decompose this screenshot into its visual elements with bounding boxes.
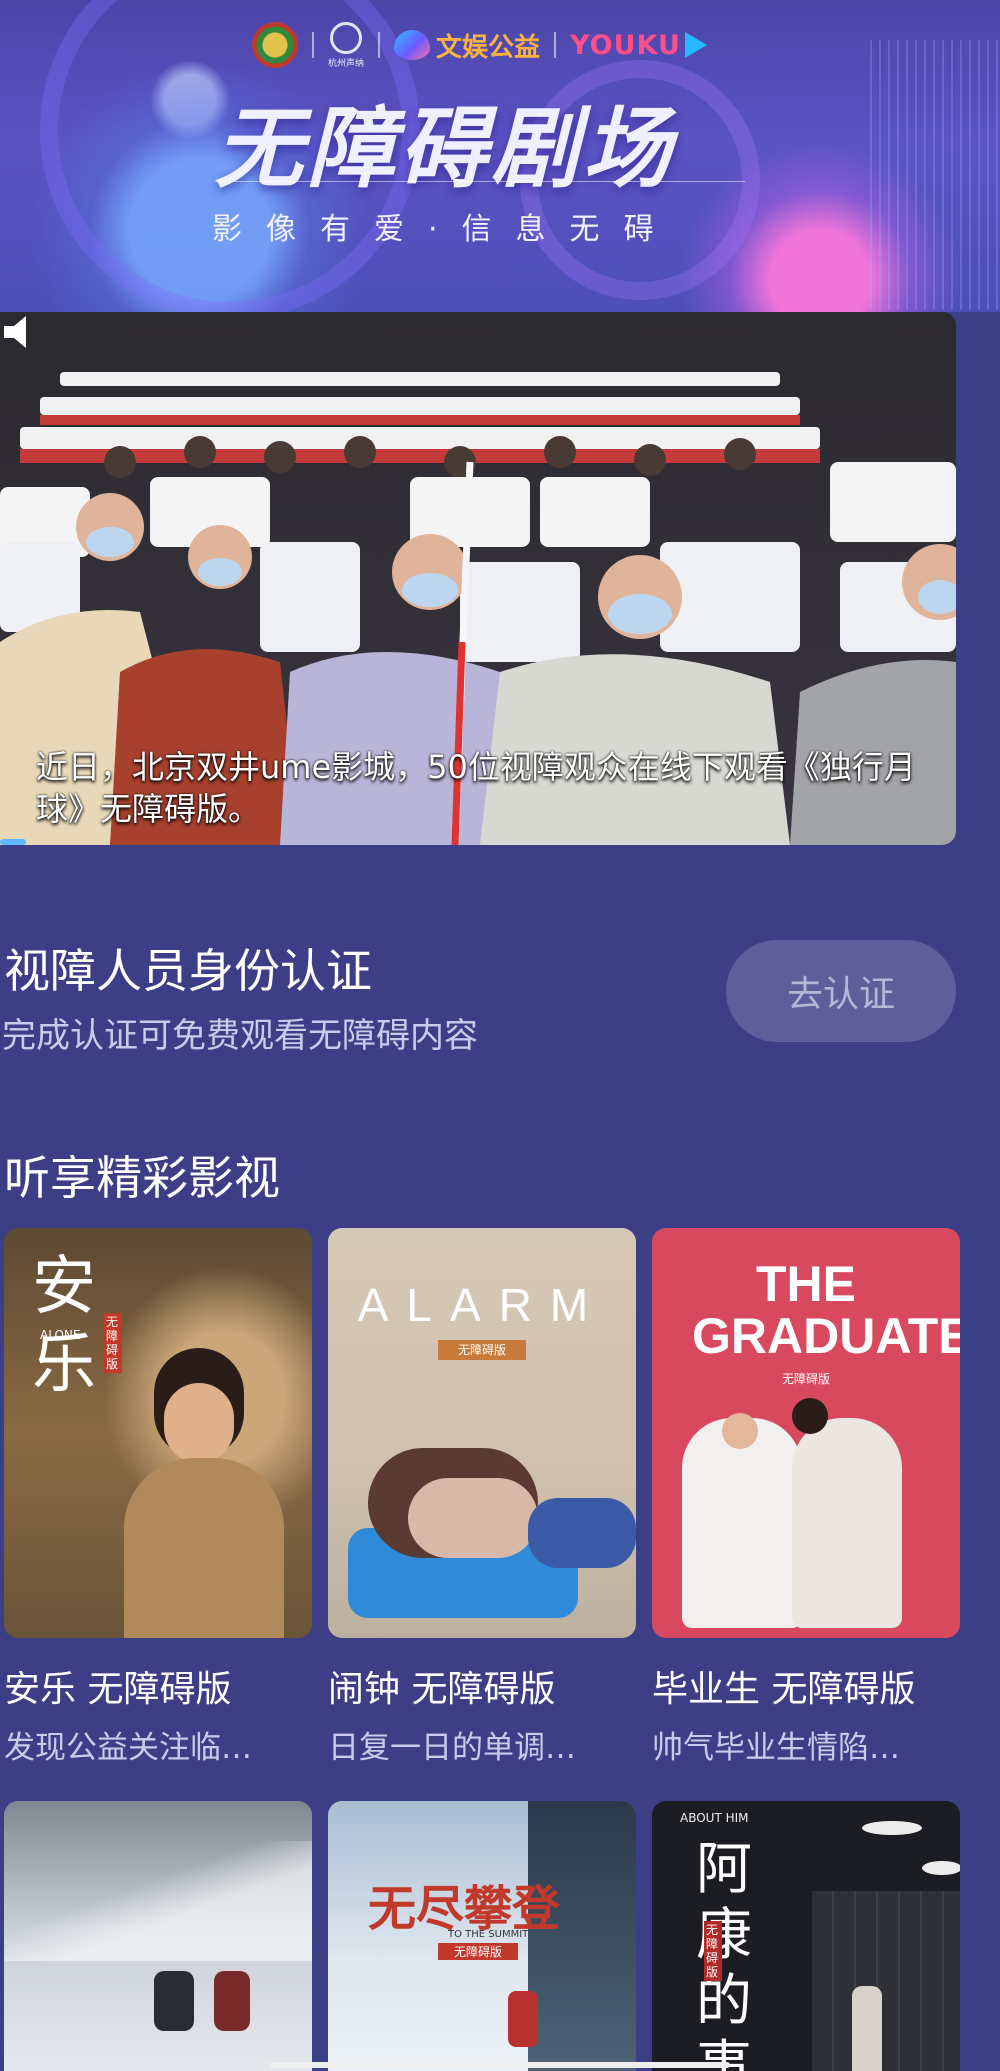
movie-poster[interactable] bbox=[4, 1801, 312, 2071]
wenmei-logo: 文娱公益 bbox=[394, 27, 540, 64]
mute-speaker-icon[interactable] bbox=[0, 312, 40, 352]
poster-badge: 无障碍版 bbox=[781, 1372, 830, 1386]
movie-title[interactable]: 安乐 无障碍版 bbox=[4, 1660, 312, 1712]
poster-title: THE GRADUATE bbox=[692, 1256, 960, 1364]
youku-logo-text: YOUKU bbox=[570, 29, 681, 61]
video-progress-bar[interactable] bbox=[0, 839, 26, 845]
poster-en-title: ABOUT HIM bbox=[680, 1811, 749, 1825]
movie-desc: 日复一日的单调… bbox=[328, 1730, 576, 1766]
voice-logo-text: 杭州声纳 bbox=[328, 58, 365, 69]
verify-subtitle: 完成认证可免费观看无障碍内容 bbox=[2, 1016, 478, 1056]
poster-badge: 无障碍版 bbox=[104, 1313, 122, 1373]
logo-divider bbox=[312, 32, 314, 58]
heart-logo-icon bbox=[394, 30, 431, 60]
video-player[interactable]: 近日，北京双井ume影城，50位视障观众在线下观看《独行月球》无障碍版。 bbox=[0, 312, 956, 845]
home-indicator[interactable] bbox=[270, 2062, 730, 2068]
youku-logo: YOUKU bbox=[570, 30, 707, 61]
decor-bars bbox=[870, 40, 1000, 310]
partner-logos: 杭州声纳 文娱公益 YOUKU bbox=[252, 20, 707, 70]
poster-badge: 无障碍版 bbox=[704, 1921, 722, 1981]
movie-title[interactable]: 毕业生 无障碍版 bbox=[652, 1660, 960, 1712]
voice-ring-icon bbox=[330, 21, 362, 54]
movie-poster[interactable]: ABOUT HIM 阿康的事 无障碍版 bbox=[652, 1801, 960, 2071]
movie-poster[interactable]: 安乐 ALONE 无障碍版 bbox=[4, 1228, 312, 1638]
video-caption: 近日，北京双井ume影城，50位视障观众在线下观看《独行月球》无障碍版。 bbox=[36, 748, 916, 828]
poster-en-title: TO THE SUMMIT bbox=[448, 1929, 529, 1940]
poster-badge: 无障碍版 bbox=[438, 1943, 518, 1960]
verify-button[interactable]: 去认证 bbox=[726, 940, 956, 1042]
movie-poster[interactable]: 无尽攀登 TO THE SUMMIT 无障碍版 bbox=[328, 1801, 636, 2071]
movie-poster[interactable]: THE GRADUATE 无障碍版 bbox=[652, 1228, 960, 1638]
logo-divider bbox=[554, 32, 557, 58]
page-subtitle: 影像有爱·信息无碍 bbox=[212, 212, 678, 247]
movie-card-mountain[interactable] bbox=[4, 1801, 312, 2071]
movie-desc: 帅气毕业生情陷… bbox=[652, 1730, 900, 1766]
movie-desc: 发现公益关注临… bbox=[4, 1730, 252, 1766]
logo-divider bbox=[378, 32, 381, 58]
verify-title: 视障人员身份认证 bbox=[4, 944, 372, 998]
header-banner: 杭州声纳 文娱公益 YOUKU 无障碍剧场 影像有爱·信息无碍 bbox=[0, 0, 1000, 312]
voice-logo: 杭州声纳 bbox=[328, 21, 365, 69]
youku-play-icon bbox=[684, 32, 707, 58]
movie-card-summit[interactable]: 无尽攀登 TO THE SUMMIT 无障碍版 bbox=[328, 1801, 636, 2071]
wenmei-logo-text: 文娱公益 bbox=[436, 32, 541, 63]
poster-title: 安乐 bbox=[32, 1250, 96, 1402]
poster-badge: 无障碍版 bbox=[438, 1340, 526, 1360]
movie-card-alone[interactable]: 安乐 ALONE 无障碍版 安乐 无障碍版 发现公益关注临… bbox=[4, 1228, 312, 1767]
movie-card-about-him[interactable]: ABOUT HIM 阿康的事 无障碍版 bbox=[652, 1801, 960, 2071]
movie-poster[interactable]: ALARM 无障碍版 bbox=[328, 1228, 636, 1638]
title-divider bbox=[215, 181, 745, 182]
movie-title[interactable]: 闹钟 无障碍版 bbox=[328, 1660, 636, 1712]
poster-title: ALARM bbox=[357, 1279, 607, 1331]
section-title: 听享精彩影视 bbox=[4, 1151, 280, 1205]
movie-card-alarm[interactable]: ALARM 无障碍版 闹钟 无障碍版 日复一日的单调… bbox=[328, 1228, 636, 1767]
movie-card-graduate[interactable]: THE GRADUATE 无障碍版 毕业生 无障碍版 帅气毕业生情陷… bbox=[652, 1228, 960, 1767]
poster-en-title: ALONE bbox=[40, 1328, 81, 1342]
emblem-logo-icon bbox=[252, 22, 298, 68]
page-title: 无障碍剧场 bbox=[215, 97, 676, 200]
